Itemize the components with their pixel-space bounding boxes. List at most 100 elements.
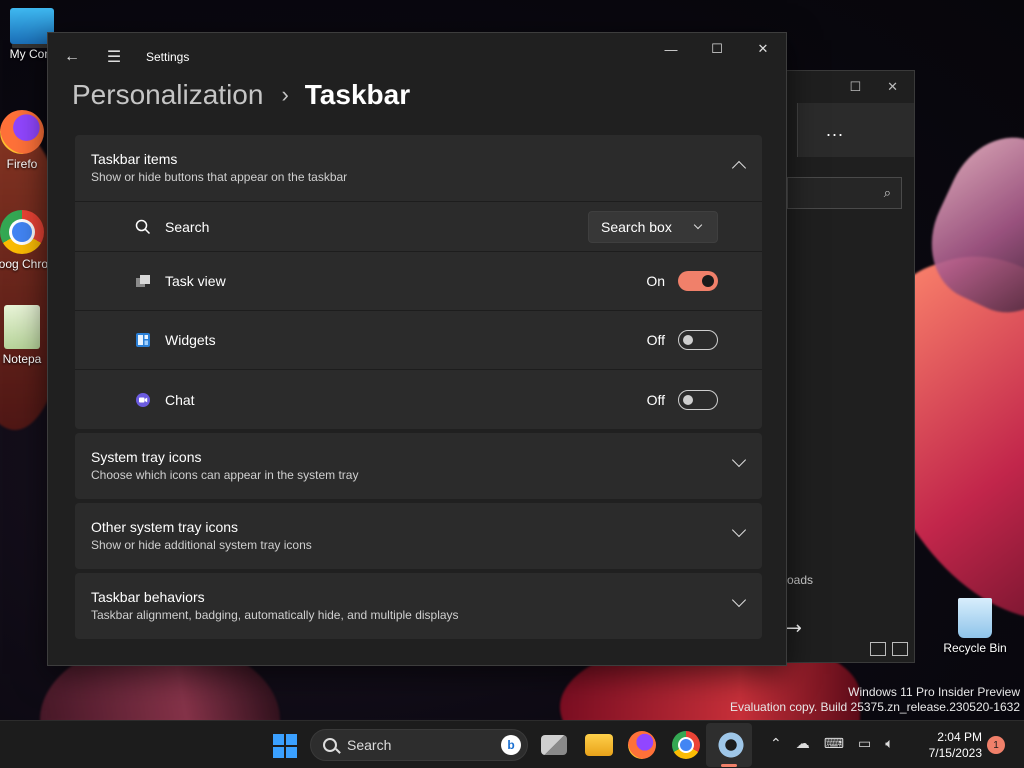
section-taskbar-items: Taskbar items Show or hide buttons that … xyxy=(75,135,762,429)
widgets-toggle[interactable] xyxy=(678,330,718,350)
settings-window[interactable]: ← ☰ Settings — ☐ ✕ Personalization › Tas… xyxy=(47,32,787,666)
windows-logo-icon xyxy=(286,734,297,745)
search-field[interactable]: ⌕ xyxy=(787,177,902,209)
view-toggle xyxy=(870,642,908,656)
section-header-other-system-tray-icons[interactable]: Other system tray icons Show or hide add… xyxy=(75,503,762,569)
nav-item-downloads[interactable]: oads xyxy=(787,573,813,587)
maximize-icon[interactable]: ☐ xyxy=(849,79,861,95)
search-icon xyxy=(135,219,151,235)
watermark-line: Evaluation copy. Build 25375.zn_release.… xyxy=(730,700,1020,714)
taskbar-items-list: Search Search box Task view On Widgets O… xyxy=(75,201,762,429)
close-button[interactable]: ✕ xyxy=(740,33,786,65)
taskbar-clock[interactable]: 2:04 PM 7/15/2023 xyxy=(922,729,982,761)
minimize-button[interactable]: — xyxy=(648,33,694,65)
widgets-icon xyxy=(135,332,151,348)
chevron-right-icon: › xyxy=(281,82,289,107)
search-icon xyxy=(323,738,337,752)
section-subtitle: Taskbar alignment, badging, automaticall… xyxy=(91,608,459,622)
task-view-button[interactable] xyxy=(541,735,567,755)
taskbar-search-box[interactable]: Search b xyxy=(310,729,528,761)
section-subtitle: Choose which icons can appear in the sys… xyxy=(91,468,359,482)
desktop-icon-label: Firefo xyxy=(6,157,38,171)
item-label: Widgets xyxy=(165,332,216,348)
chrome-taskbar-button[interactable] xyxy=(672,731,700,759)
section-taskbar-behaviors[interactable]: Taskbar behaviors Taskbar alignment, bad… xyxy=(75,573,762,639)
page-title: Taskbar xyxy=(304,79,411,110)
details-view-icon[interactable] xyxy=(870,642,886,656)
windows-logo-icon xyxy=(286,747,297,758)
start-button[interactable] xyxy=(273,734,297,758)
desktop-icon-label: Notepa xyxy=(2,352,42,366)
section-other-system-tray-icons[interactable]: Other system tray icons Show or hide add… xyxy=(75,503,762,569)
breadcrumb-personalization[interactable]: Personalization xyxy=(72,79,263,111)
breadcrumb: Personalization › Taskbar xyxy=(48,77,786,113)
chrome-icon xyxy=(0,210,44,254)
section-title: Taskbar items xyxy=(91,151,178,167)
settings-content: Taskbar items Show or hide buttons that … xyxy=(75,135,762,643)
section-header-taskbar-items[interactable]: Taskbar items Show or hide buttons that … xyxy=(75,135,762,201)
chevron-down-icon xyxy=(693,220,703,229)
network-icon[interactable]: ▭ xyxy=(858,735,871,752)
background-explorer-window[interactable]: ☐ ✕ ... ⌕ oads xyxy=(786,70,915,663)
item-chat: Chat Off xyxy=(75,370,762,429)
hamburger-menu-icon[interactable]: ☰ xyxy=(96,47,132,67)
dropdown-value: Search box xyxy=(601,218,672,235)
section-title: System tray icons xyxy=(91,449,202,465)
show-hidden-icons-chevron-icon[interactable]: ⌃ xyxy=(770,735,782,752)
desktop-icon-label: Recycle Bin xyxy=(943,641,1007,655)
title-bar: ← ☰ Settings — ☐ ✕ xyxy=(48,33,786,81)
window-caption-buttons: ☐ ✕ xyxy=(787,71,914,103)
section-header-system-tray-icons[interactable]: System tray icons Choose which icons can… xyxy=(75,433,762,499)
chat-icon xyxy=(135,392,151,408)
more-icon: ... xyxy=(826,119,845,140)
search-mode-dropdown[interactable]: Search box xyxy=(588,210,718,243)
section-subtitle: Show or hide additional system tray icon… xyxy=(91,538,312,552)
more-options-button[interactable]: ... xyxy=(797,103,914,157)
desktop-icon-recycle-bin[interactable]: Recycle Bin xyxy=(938,598,1012,655)
window-caption-buttons: — ☐ ✕ xyxy=(648,33,786,65)
section-title: Other system tray icons xyxy=(91,519,239,535)
firefox-icon xyxy=(0,110,44,154)
item-label: Search xyxy=(165,218,210,235)
item-search: Search Search box xyxy=(75,202,762,252)
toggle-state-label: On xyxy=(646,273,665,289)
windows-logo-icon xyxy=(273,734,284,745)
firefox-taskbar-button[interactable] xyxy=(628,731,656,759)
item-task-view: Task view On xyxy=(75,252,762,311)
recycle-bin-icon xyxy=(958,598,992,638)
file-explorer-button[interactable] xyxy=(585,734,613,756)
item-widgets: Widgets Off xyxy=(75,311,762,370)
windows-watermark: Windows 11 Pro Insider Preview Evaluatio… xyxy=(730,685,1020,715)
toggle-state-label: Off xyxy=(646,391,665,408)
volume-icon[interactable]: 🔈︎ xyxy=(885,735,893,752)
active-indicator xyxy=(721,764,737,767)
notification-badge[interactable]: 1 xyxy=(987,736,1005,754)
section-subtitle: Show or hide buttons that appear on the … xyxy=(91,170,348,184)
item-label: Chat xyxy=(165,391,195,408)
item-label: Task view xyxy=(165,273,226,289)
taskbar: Search b ⌃ ☁ ⌨ ▭ 🔈︎ 2:04 PM 7/15/2023 1 xyxy=(0,720,1024,768)
search-icon: ⌕ xyxy=(883,185,891,200)
settings-taskbar-button[interactable] xyxy=(717,731,745,759)
watermark-line: Windows 11 Pro Insider Preview xyxy=(848,685,1020,699)
back-arrow-icon[interactable]: ← xyxy=(48,48,96,66)
section-system-tray-icons[interactable]: System tray icons Choose which icons can… xyxy=(75,433,762,499)
clock-date: 7/15/2023 xyxy=(928,746,982,760)
chat-toggle[interactable] xyxy=(678,389,718,410)
toggle-state-label: Off xyxy=(646,332,665,348)
clock-time: 2:04 PM xyxy=(937,730,982,744)
maximize-button[interactable]: ☐ xyxy=(694,33,740,65)
keyboard-icon[interactable]: ⌨ xyxy=(824,735,844,752)
bing-icon[interactable]: b xyxy=(501,735,521,755)
close-icon[interactable]: ✕ xyxy=(887,79,898,95)
search-placeholder: Search xyxy=(347,737,392,753)
tiles-view-icon[interactable] xyxy=(892,642,908,656)
task-view-toggle[interactable] xyxy=(678,271,718,291)
section-title: Taskbar behaviors xyxy=(91,589,205,605)
notepad-icon xyxy=(4,305,40,349)
task-view-icon xyxy=(135,273,151,289)
section-header-taskbar-behaviors[interactable]: Taskbar behaviors Taskbar alignment, bad… xyxy=(75,573,762,639)
onedrive-icon[interactable]: ☁ xyxy=(796,735,810,752)
window-title: Settings xyxy=(146,50,190,64)
windows-logo-icon xyxy=(273,747,284,758)
